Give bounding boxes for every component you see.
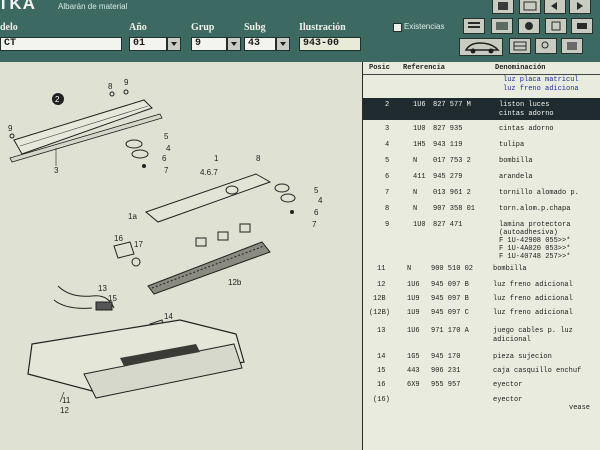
zoom-icon[interactable] [535, 38, 557, 54]
existencias-checkbox[interactable] [393, 23, 402, 32]
callout-8b[interactable]: 8 [256, 154, 260, 163]
subgrupo-dropdown-icon[interactable] [276, 37, 290, 51]
app-title: TKA [0, 0, 36, 13]
ilustracion-label: Ilustración [299, 22, 346, 33]
forward-icon[interactable] [569, 0, 591, 14]
ilustracion-field[interactable]: 943-00 [299, 37, 361, 51]
callout-7b[interactable]: 7 [312, 220, 316, 229]
subgrupo-field[interactable]: 43 [244, 37, 276, 51]
header-bar: TKA Albarán de material delo Año Grup Su… [0, 0, 600, 62]
callout-17[interactable]: 17 [134, 240, 143, 249]
grupo-field[interactable]: 9 [191, 37, 227, 51]
callout-12b[interactable]: 12b [228, 278, 241, 287]
table-row[interactable]: 9 1U0 827 471 lamina protectora (autoadh… [363, 221, 600, 269]
callout-9a[interactable]: 9 [124, 78, 128, 87]
callout-8[interactable]: 8 [108, 82, 112, 91]
table-row[interactable]: 2 1U6 827 577 M liston luces cintas ador… [363, 98, 600, 120]
callout-1a[interactable]: 1a [128, 212, 137, 221]
callout-13[interactable]: 13 [98, 284, 107, 293]
callout-16[interactable]: 16 [114, 234, 123, 243]
parts-table: Posic Referencia Denominación luz placa … [362, 62, 600, 450]
config-icon[interactable] [545, 18, 567, 34]
print-icon[interactable] [492, 0, 514, 14]
grupo-label: Grup [191, 22, 215, 33]
callout-6a[interactable]: 6 [162, 154, 166, 163]
callout-9b[interactable]: 9 [8, 124, 12, 133]
parts-icon[interactable] [518, 18, 540, 34]
table-header: Posic Referencia Denominación [363, 62, 600, 75]
car-icon[interactable] [459, 38, 503, 56]
modelo-label: delo [0, 22, 18, 33]
ano-field[interactable]: 01 [129, 37, 167, 51]
callout-7a[interactable]: 7 [164, 166, 168, 175]
info-icon[interactable] [561, 38, 583, 54]
callout-15[interactable]: 15 [108, 294, 117, 303]
table-icon[interactable] [509, 38, 531, 54]
back-icon[interactable] [544, 0, 566, 14]
top-line-1: luz placa matricul [503, 76, 579, 84]
callout-4b[interactable]: 4 [318, 196, 322, 205]
list-icon[interactable] [463, 18, 485, 34]
callout-4a[interactable]: 4 [166, 144, 170, 153]
callout-11[interactable]: 11 [62, 396, 70, 405]
grupo-dropdown-icon[interactable] [227, 37, 241, 51]
parts-illustration [9, 89, 296, 403]
exploded-view-diagram: 2 8 9 9 3 5 4 6 7 1 4.6.7 8 5 4 6 7 1a 1… [0, 62, 362, 450]
ano-label: Año [129, 22, 147, 33]
callout-3[interactable]: 3 [54, 166, 58, 175]
col-den-header: Denominación [495, 64, 546, 72]
callout-2[interactable]: 2 [55, 95, 59, 104]
export-icon[interactable] [519, 0, 541, 14]
top-line-2: luz freno adiciona [503, 85, 579, 93]
ano-dropdown-icon[interactable] [167, 37, 181, 51]
callout-5a[interactable]: 5 [164, 132, 168, 141]
modelo-field[interactable]: CT [0, 37, 122, 51]
callout-12[interactable]: 12 [60, 406, 69, 415]
callout-5b[interactable]: 5 [314, 186, 318, 195]
export-alt-icon[interactable] [571, 18, 593, 34]
col-pos-header: Posic [369, 64, 391, 72]
callout-14[interactable]: 14 [164, 312, 173, 321]
callout-467[interactable]: 4.6.7 [200, 168, 218, 177]
col-ref-header: Referencia [403, 64, 446, 72]
subgrupo-label: Subg [244, 22, 266, 33]
app-subtitle: Albarán de material [58, 2, 128, 11]
table-row[interactable]: 13 1U6 971 170 A juego cables p. luz adi… [363, 327, 600, 347]
table-row-header-lines: luz placa matricul luz freno adiciona [363, 75, 600, 95]
existencias-label: Existencias [404, 22, 445, 31]
table-row[interactable]: (16) eyector vease [363, 396, 600, 416]
callout-6b[interactable]: 6 [314, 208, 318, 217]
callout-1[interactable]: 1 [214, 154, 218, 163]
image-icon[interactable] [491, 18, 513, 34]
